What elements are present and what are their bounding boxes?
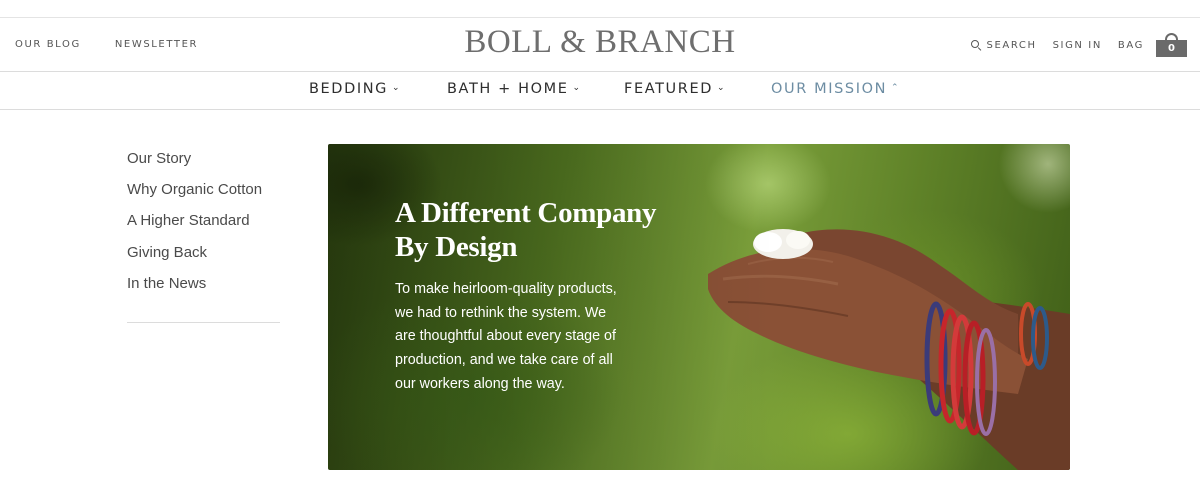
top-bar: [0, 0, 1200, 18]
submenu-item-giving-back[interactable]: Giving Back: [127, 244, 280, 275]
nav-item-label: BEDDING: [309, 81, 388, 97]
submenu-item-why-organic-cotton[interactable]: Why Organic Cotton: [127, 181, 280, 212]
nav-item-label: BATH + HOME: [447, 81, 569, 97]
hero-body-text: To make heirloom-quality products, we ha…: [395, 281, 617, 392]
nav-item-bedding[interactable]: BEDDING ⌄: [309, 81, 400, 97]
bag-count-badge: 0: [1156, 40, 1187, 57]
nav-item-label: FEATURED: [624, 81, 713, 97]
site-header: OUR BLOG NEWSLETTER BOLL & BRANCH SEARCH…: [0, 18, 1200, 72]
shopping-bag-icon[interactable]: 0: [1156, 33, 1187, 57]
nav-item-featured[interactable]: FEATURED ⌄: [624, 81, 725, 97]
submenu-item-higher-standard[interactable]: A Higher Standard: [127, 212, 280, 243]
sign-in-link[interactable]: SIGN IN: [1053, 40, 1102, 51]
hero-banner[interactable]: A Different Company By Design To make he…: [328, 144, 1070, 470]
submenu-item-our-story[interactable]: Our Story: [127, 150, 280, 181]
main-nav: BEDDING ⌄ BATH + HOME ⌄ FEATURED ⌄ OUR M…: [0, 73, 1200, 110]
search-button[interactable]: SEARCH: [970, 39, 1037, 51]
mission-submenu: Our Story Why Organic Cotton A Higher St…: [127, 150, 280, 323]
chevron-down-icon: ⌄: [572, 83, 581, 93]
chevron-up-icon: ⌃: [891, 83, 899, 93]
search-icon: [970, 39, 982, 51]
nav-item-bath-home[interactable]: BATH + HOME ⌄: [447, 81, 580, 97]
submenu-item-in-the-news[interactable]: In the News: [127, 275, 280, 306]
bag-link[interactable]: BAG: [1118, 40, 1144, 51]
nav-item-label: OUR MISSION: [771, 81, 888, 97]
search-label: SEARCH: [986, 39, 1037, 51]
utility-links-right: SEARCH SIGN IN BAG 0: [970, 18, 1187, 72]
hero-title: A Different Company By Design: [395, 197, 657, 263]
chevron-down-icon: ⌄: [716, 83, 725, 93]
nav-item-our-mission[interactable]: OUR MISSION ⌃: [771, 81, 899, 97]
chevron-down-icon: ⌄: [392, 83, 400, 93]
